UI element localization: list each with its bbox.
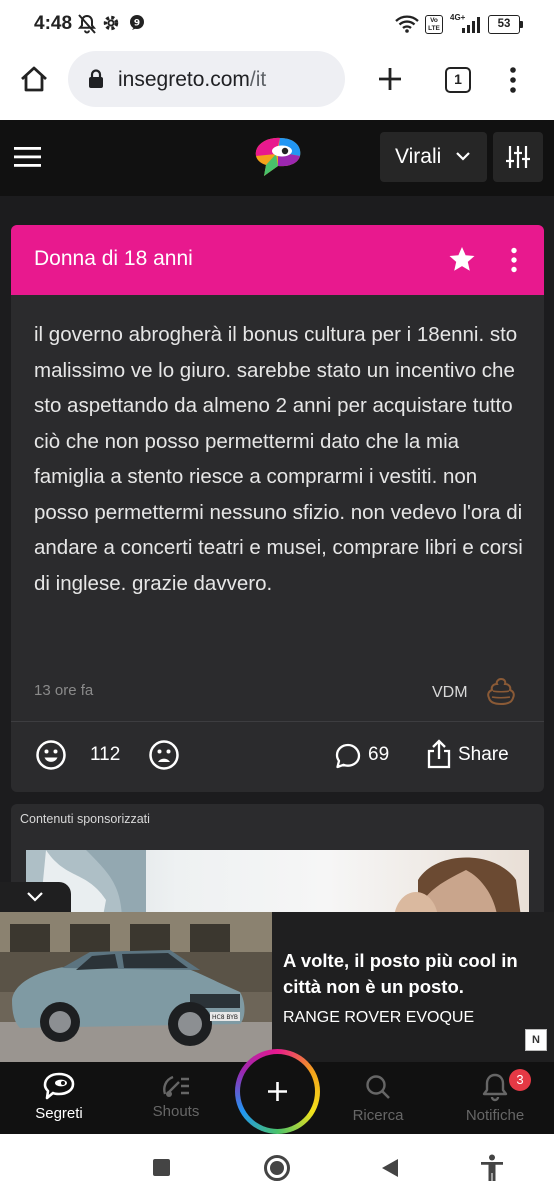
url-domain: insegreto.com <box>118 68 250 91</box>
nav-item-ricerca[interactable]: Ricerca <box>323 1062 433 1134</box>
star-icon[interactable] <box>448 246 476 273</box>
sliders-icon <box>506 146 530 168</box>
shout-icon <box>163 1075 189 1097</box>
comment-icon[interactable] <box>335 743 361 769</box>
new-tab-icon[interactable] <box>376 65 404 93</box>
post-body: il governo abrogherà il bonus cultura pe… <box>34 323 523 595</box>
filter-dropdown[interactable]: Virali <box>380 132 487 182</box>
ad-choices-badge[interactable]: N <box>525 1029 547 1051</box>
sponsored-label: Contenuti sponsorizzati <box>20 812 150 826</box>
notification-badge: 3 <box>509 1069 531 1091</box>
bell-icon <box>482 1073 508 1102</box>
tab-switcher-button[interactable]: 1 <box>445 67 471 93</box>
ad-headline[interactable]: A volte, il posto più cool in città non … <box>283 948 543 1000</box>
plus-icon <box>268 1082 287 1101</box>
url-path: /it <box>249 68 267 91</box>
ad-collapse-button[interactable] <box>0 882 71 912</box>
lock-icon[interactable] <box>88 69 104 89</box>
home-button[interactable] <box>264 1155 290 1181</box>
nav-label-notifiche: Notifiche <box>465 1107 525 1124</box>
nav-item-notifiche[interactable]: Notifiche <box>440 1062 550 1134</box>
post-author-label: Donna di 18 anni <box>34 247 193 270</box>
nav-label-segreti: Segreti <box>35 1105 83 1122</box>
address-bar[interactable]: insegreto.com/it <box>68 51 345 107</box>
nav-item-shouts[interactable]: Shouts <box>121 1062 231 1134</box>
nav-item-segreti[interactable]: Segreti <box>4 1062 114 1134</box>
nav-label-shouts: Shouts <box>152 1103 200 1120</box>
app-notification-icon: 9 <box>130 15 144 30</box>
svg-text:9: 9 <box>134 19 140 29</box>
poop-icon[interactable] <box>485 676 517 708</box>
home-icon[interactable] <box>19 65 49 93</box>
settings-gear-icon <box>103 15 119 31</box>
battery-indicator: 53 <box>488 15 520 34</box>
hamburger-menu-icon[interactable] <box>14 147 41 167</box>
share-icon[interactable] <box>426 739 452 769</box>
share-button[interactable]: Share <box>458 744 509 766</box>
signal-icon <box>462 17 480 33</box>
ad-image[interactable]: HC8 BYB <box>0 912 272 1062</box>
wifi-icon <box>395 15 419 33</box>
new-post-button[interactable] <box>235 1049 320 1134</box>
post-header: Donna di 18 anni <box>11 225 544 295</box>
sad-icon[interactable] <box>148 739 180 771</box>
post-timestamp: 13 ore fa <box>34 682 94 699</box>
more-vert-icon[interactable] <box>509 66 517 94</box>
smile-icon[interactable] <box>35 739 67 771</box>
notifications-off-icon <box>78 14 96 34</box>
system-navigation-bar <box>0 1134 554 1200</box>
insegreto-logo-icon[interactable] <box>250 134 304 180</box>
url-text[interactable]: insegreto.com/it <box>118 68 266 92</box>
chevron-down-icon <box>456 152 470 161</box>
status-time: 4:48 <box>34 13 73 34</box>
post-category-tag[interactable]: VDM <box>432 684 468 702</box>
site-header: Virali <box>0 120 554 196</box>
comment-count[interactable]: 69 <box>368 744 389 766</box>
browser-toolbar: insegreto.com/it 1 <box>0 48 554 120</box>
status-bar: 4:48 9 Vo LTE 4G+ 53 <box>0 0 554 48</box>
post-actions: 112 69 Share <box>11 722 544 792</box>
new-post-button-inner <box>240 1054 315 1129</box>
back-icon[interactable] <box>380 1158 400 1178</box>
post-card: Donna di 18 anni il governo abrogherà il… <box>11 225 544 792</box>
secret-bubble-icon <box>43 1072 75 1100</box>
battery-tip <box>520 21 523 28</box>
recents-button[interactable] <box>153 1159 170 1176</box>
search-icon <box>366 1075 390 1099</box>
post-options-icon[interactable] <box>510 247 518 273</box>
car-image: HC8 BYB <box>0 912 272 1062</box>
filter-dropdown-label: Virali <box>395 145 442 168</box>
like-count: 112 <box>90 744 121 765</box>
ad-banner[interactable]: HC8 BYB A volte, il posto più cool in ci… <box>0 912 554 1062</box>
chevron-down-icon <box>27 892 43 902</box>
nav-label-ricerca: Ricerca <box>352 1107 404 1124</box>
filter-settings-button[interactable] <box>493 132 543 182</box>
ad-brand[interactable]: RANGE ROVER EVOQUE <box>283 1009 474 1027</box>
license-plate: HC8 BYB <box>212 1014 238 1021</box>
accessibility-icon[interactable] <box>480 1154 504 1182</box>
volte-badge: Vo LTE <box>425 15 443 34</box>
home-button-dot <box>270 1161 284 1175</box>
